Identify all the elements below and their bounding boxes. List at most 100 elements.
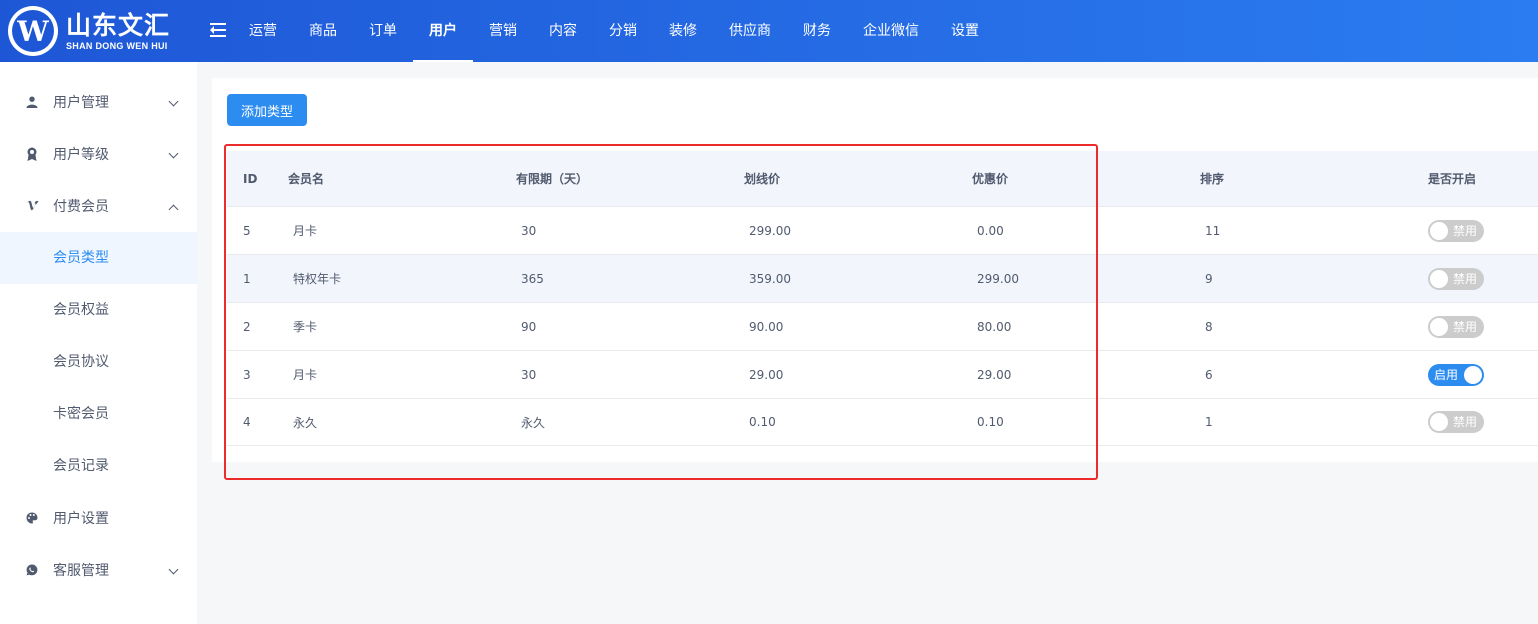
cell-price: 80.00 (977, 319, 1012, 334)
add-type-button[interactable]: 添加类型 (227, 94, 307, 126)
palette-icon (25, 511, 39, 525)
logo-letter: W (12, 10, 54, 52)
logo-name-en: SHAN DONG WEN HUI (66, 40, 168, 51)
cell-original-price: 0.10 (749, 415, 776, 429)
cell-sort: 8 (1205, 319, 1213, 334)
nav-item-orders[interactable]: 订单 (353, 0, 413, 62)
status-toggle[interactable]: 禁用 (1428, 267, 1484, 290)
column-header-name: 会员名 (288, 172, 325, 186)
nav-item-operations[interactable]: 运营 (233, 0, 293, 62)
cell-original-price: 299.00 (749, 223, 791, 238)
cell-original-price: 29.00 (749, 367, 784, 382)
status-toggle[interactable]: 禁用 (1428, 411, 1484, 433)
cell-price: 0.00 (977, 223, 1004, 238)
brand-logo[interactable]: W 山东文汇 SHAN DONG WEN HUI (8, 6, 170, 56)
table-row: 2 季卡 90 90.00 80.00 8 禁用 (227, 302, 1538, 350)
sidebar-subitem-member-records[interactable]: 会员记录 (0, 440, 197, 492)
nav-item-marketing[interactable]: 营销 (473, 0, 533, 62)
nav-item-decoration[interactable]: 装修 (653, 0, 713, 62)
sidebar-item-user-management[interactable]: 用户管理 (0, 76, 197, 128)
sidebar-subitem-card-code-members[interactable]: 卡密会员 (0, 388, 197, 440)
table-row: 3 月卡 30 29.00 29.00 6 启用 (227, 350, 1538, 398)
top-header: W 山东文汇 SHAN DONG WEN HUI 运营 商品 订单 用户 营销 … (0, 0, 1538, 62)
status-toggle[interactable]: 启用 (1428, 363, 1484, 386)
table-row: 5 月卡 30 299.00 0.00 11 禁用 (227, 206, 1538, 254)
nav-item-products[interactable]: 商品 (293, 0, 353, 62)
menu-collapse-icon[interactable] (210, 23, 226, 37)
cell-name: 永久 (293, 415, 318, 430)
member-type-table: ID 会员名 有限期（天） 划线价 优惠价 排序 是否开启 5 月卡 30 29… (227, 151, 1538, 446)
cell-name: 月卡 (293, 368, 318, 382)
cell-price: 29.00 (977, 367, 1012, 382)
column-header-id: ID (243, 171, 258, 186)
cell-id: 5 (243, 223, 251, 238)
nav-item-enterprise-wechat[interactable]: 企业微信 (847, 0, 935, 62)
sidebar-subitem-member-agreement[interactable]: 会员协议 (0, 336, 197, 388)
status-toggle[interactable]: 禁用 (1428, 315, 1484, 338)
toggle-label: 禁用 (1453, 271, 1478, 286)
cell-id: 3 (243, 367, 251, 382)
whatsapp-icon (25, 563, 39, 577)
logo-name-cn: 山东文汇 (66, 10, 171, 40)
chevron-down-icon (168, 96, 179, 107)
medal-icon (25, 147, 39, 161)
sidebar-subitem-member-benefits[interactable]: 会员权益 (0, 284, 197, 336)
sidebar-item-label: 付费会员 (53, 199, 109, 215)
sidebar-item-paid-membership[interactable]: 付费会员 (0, 180, 197, 232)
cell-price: 299.00 (977, 271, 1019, 286)
column-header-days: 有限期（天） (516, 172, 589, 186)
sidebar-item-label: 用户等级 (53, 147, 109, 163)
cell-sort: 9 (1205, 271, 1213, 286)
sidebar-item-label: 客服管理 (53, 563, 109, 579)
user-icon (25, 95, 39, 109)
table-row: 1 特权年卡 365 359.00 299.00 9 禁用 (227, 254, 1538, 302)
sidebar-item-user-settings[interactable]: 用户设置 (0, 492, 197, 544)
toggle-label: 启用 (1434, 367, 1459, 382)
cell-sort: 11 (1205, 223, 1221, 238)
cell-price: 0.10 (977, 415, 1004, 429)
cell-days: 90 (521, 319, 537, 334)
cell-name: 特权年卡 (293, 272, 342, 286)
sidebar-item-label: 用户设置 (53, 511, 109, 527)
chevron-down-icon (168, 148, 179, 159)
nav-item-users[interactable]: 用户 (413, 0, 473, 62)
cell-sort: 1 (1205, 415, 1213, 429)
sidebar-subitem-member-types[interactable]: 会员类型 (0, 232, 197, 284)
cell-id: 4 (243, 415, 251, 429)
nav-item-suppliers[interactable]: 供应商 (713, 0, 787, 62)
sidebar-item-user-level[interactable]: 用户等级 (0, 128, 197, 180)
cell-id: 1 (243, 271, 251, 286)
nav-item-settings[interactable]: 设置 (935, 0, 995, 62)
chevron-down-icon (168, 564, 179, 575)
column-header-price: 优惠价 (972, 172, 1009, 186)
column-header-status: 是否开启 (1428, 172, 1477, 186)
cell-sort: 6 (1205, 367, 1213, 382)
column-header-sort: 排序 (1200, 172, 1225, 186)
cell-original-price: 90.00 (749, 319, 784, 334)
chevron-up-icon (168, 204, 179, 215)
content-card: 添加类型 ID 会员名 有限期（天） 划线价 优惠价 排序 是否开启 5 月卡 … (212, 78, 1538, 462)
toggle-label: 禁用 (1453, 415, 1478, 429)
cell-id: 2 (243, 319, 251, 334)
cell-days: 365 (521, 271, 544, 286)
cell-name: 季卡 (293, 320, 318, 334)
sidebar: 用户管理 用户等级 付费会员 会员类型 会员权益 会员协议 卡密会员 会员记录 … (0, 62, 197, 624)
sidebar-item-customer-service[interactable]: 客服管理 (0, 544, 197, 596)
cell-original-price: 359.00 (749, 271, 791, 286)
cell-days: 30 (521, 223, 537, 238)
logo-emblem: W (8, 6, 58, 56)
table-row: 4 永久 永久 0.10 0.10 1 禁用 (227, 398, 1538, 446)
vimeo-icon (25, 199, 39, 213)
table-header: ID 会员名 有限期（天） 划线价 优惠价 排序 是否开启 (227, 151, 1538, 206)
nav-item-distribution[interactable]: 分销 (593, 0, 653, 62)
cell-name: 月卡 (293, 224, 318, 238)
cell-days: 30 (521, 367, 537, 382)
sidebar-item-label: 用户管理 (53, 95, 109, 111)
toggle-label: 禁用 (1453, 223, 1478, 238)
status-toggle[interactable]: 禁用 (1428, 219, 1484, 242)
nav-item-content[interactable]: 内容 (533, 0, 593, 62)
nav-item-finance[interactable]: 财务 (787, 0, 847, 62)
cell-days: 永久 (521, 415, 546, 430)
column-header-original-price: 划线价 (744, 172, 781, 186)
toggle-label: 禁用 (1453, 319, 1478, 334)
